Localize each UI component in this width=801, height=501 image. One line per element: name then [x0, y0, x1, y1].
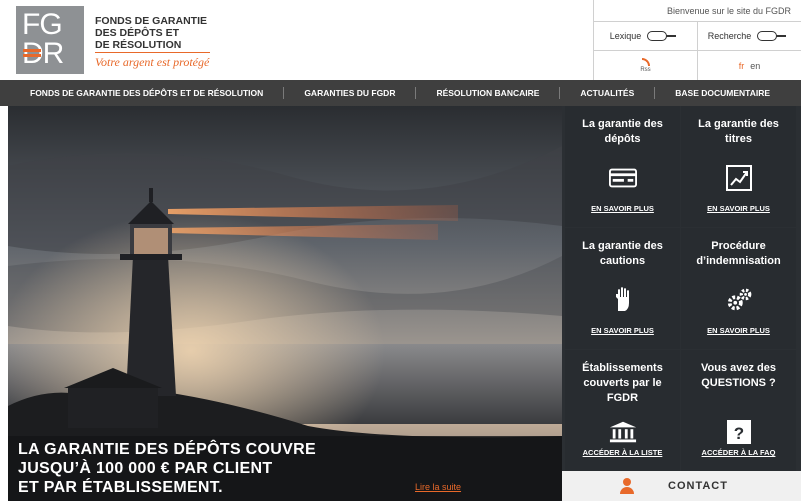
nav-item-resolution[interactable]: RÉSOLUTION BANCAIRE — [415, 87, 559, 99]
tile-link[interactable]: ACCÉDER À LA LISTE — [565, 448, 680, 457]
recherche-toggle[interactable]: Recherche — [697, 22, 801, 50]
tagline-divider — [95, 52, 210, 53]
tile-questions[interactable]: Vous avez des QUESTIONS ? ? ACCÉDER À LA… — [681, 350, 796, 471]
language-switcher: fr en — [697, 51, 801, 80]
card-icon — [608, 164, 637, 192]
rss-icon — [641, 58, 650, 66]
tile-garantie-cautions[interactable]: La garantie des cautions EN SAVOIR PLUS — [565, 228, 680, 349]
nav-item-base-documentaire[interactable]: BASE DOCUMENTAIRE — [654, 87, 790, 99]
contact-button[interactable]: CONTACT — [562, 471, 801, 501]
tagline: Votre argent est protégé — [95, 55, 210, 69]
bank-icon — [609, 418, 637, 446]
lire-la-suite-link[interactable]: Lire la suite — [415, 482, 461, 492]
lexique-toggle[interactable]: Lexique — [594, 22, 697, 50]
tile-title: La garantie des titres — [698, 118, 779, 145]
lang-en[interactable]: en — [750, 61, 760, 71]
org-name-line3: DE RÉSOLUTION — [95, 39, 182, 51]
hero-banner: LA GARANTIE DES DÉPÔTS COUVRE JUSQU’À 10… — [8, 106, 562, 501]
tile-title: Vous avez des QUESTIONS ? — [701, 362, 776, 389]
welcome-text: Bienvenue sur le site du FGDR — [594, 0, 801, 22]
tile-link[interactable]: EN SAVOIR PLUS — [565, 204, 680, 213]
tile-title: Procédure d’indemnisation — [696, 240, 781, 267]
org-name-line1: FONDS DE GARANTIE — [95, 15, 208, 27]
tile-link[interactable]: EN SAVOIR PLUS — [681, 204, 796, 213]
chart-icon — [725, 164, 753, 192]
tile-link[interactable]: EN SAVOIR PLUS — [565, 326, 680, 335]
question-icon: ? — [725, 418, 753, 446]
logo-bars — [23, 49, 41, 61]
rss-label: Rss — [640, 67, 651, 73]
nav-item-actualites[interactable]: ACTUALITÉS — [559, 87, 654, 99]
tile-procedure-indemnisation[interactable]: Procédure d’indemnisation EN SAVOIR PLUS — [681, 228, 796, 349]
hero-headline: LA GARANTIE DES DÉPÔTS COUVRE JUSQU’À 10… — [18, 440, 316, 497]
fgdr-logo[interactable]: FG DR — [16, 6, 84, 74]
hero-line1: LA GARANTIE DES DÉPÔTS COUVRE — [18, 441, 316, 458]
tile-garantie-titres[interactable]: La garantie des titres EN SAVOIR PLUS — [681, 106, 796, 227]
rss: Rss — [640, 58, 651, 73]
person-icon — [620, 478, 634, 494]
contact-label: CONTACT — [668, 480, 728, 492]
gears-icon — [725, 286, 753, 314]
lang-fr[interactable]: fr — [739, 61, 745, 71]
hero-line3: ET PAR ÉTABLISSEMENT. — [18, 479, 223, 496]
main-nav: FONDS DE GARANTIE DES DÉPÔTS ET DE RÉSOL… — [0, 80, 801, 106]
search-toggle-icon — [757, 31, 787, 41]
rss-link[interactable]: Rss — [594, 51, 697, 80]
hand-icon — [609, 286, 637, 314]
feature-tiles: La garantie des dépôts EN SAVOIR PLUS La… — [562, 106, 801, 471]
lexique-toggle-icon — [647, 31, 677, 41]
nav-item-garanties[interactable]: GARANTIES DU FGDR — [283, 87, 415, 99]
utility-row-tools: Lexique Recherche — [594, 22, 801, 51]
tile-title: La garantie des dépôts — [582, 118, 663, 145]
site-header: FG DR FONDS DE GARANTIE DES DÉPÔTS ET DE… — [0, 0, 801, 80]
utility-row-misc: Rss fr en — [594, 51, 801, 80]
utility-panel: Bienvenue sur le site du FGDR Lexique Re… — [593, 0, 801, 80]
recherche-label: Recherche — [707, 31, 752, 41]
org-name: FONDS DE GARANTIE DES DÉPÔTS ET DE RÉSOL… — [95, 15, 225, 51]
tile-title: La garantie des cautions — [582, 240, 663, 267]
svg-text:?: ? — [733, 424, 743, 443]
nav-item-fonds[interactable]: FONDS DE GARANTIE DES DÉPÔTS ET DE RÉSOL… — [8, 87, 283, 99]
tile-link[interactable]: EN SAVOIR PLUS — [681, 326, 796, 335]
tile-etablissements[interactable]: Établissements couverts par le FGDR ACCÉ… — [565, 350, 680, 471]
tile-title: Établissements couverts par le FGDR — [582, 362, 663, 404]
tile-garantie-depots[interactable]: La garantie des dépôts EN SAVOIR PLUS — [565, 106, 680, 227]
org-name-line2: DES DÉPÔTS ET — [95, 27, 180, 39]
tile-link[interactable]: ACCÉDER À LA FAQ — [681, 448, 796, 457]
logo-line1: FG — [22, 8, 63, 41]
lexique-label: Lexique — [609, 31, 642, 41]
hero-line2: JUSQU’À 100 000 € PAR CLIENT — [18, 460, 273, 477]
